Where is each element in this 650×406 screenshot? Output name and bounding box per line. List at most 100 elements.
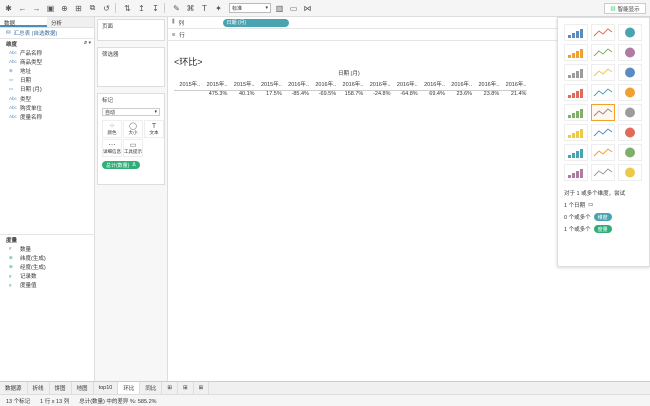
chart-type-option[interactable] bbox=[591, 44, 615, 61]
chart-type-option[interactable] bbox=[618, 84, 642, 101]
status-marks: 13 个标记 bbox=[6, 398, 31, 405]
measure-field[interactable]: ⊕ 经度(生成) bbox=[0, 262, 95, 271]
chart-type-option[interactable] bbox=[618, 44, 642, 61]
dimension-field[interactable]: ⊕ 地址 bbox=[0, 66, 94, 75]
forward-arrow-icon[interactable]: → bbox=[31, 3, 42, 14]
sort-asc-icon[interactable]: ↥ bbox=[136, 3, 147, 14]
field-name: 纬度(生成) bbox=[20, 255, 46, 262]
chart-type-option[interactable] bbox=[564, 144, 588, 161]
value-cell[interactable]: 40.1% bbox=[228, 91, 255, 97]
new-sheet-icon[interactable]: ⊞ bbox=[73, 3, 84, 14]
new-datasource-icon[interactable]: ⊕ bbox=[59, 3, 70, 14]
measure-field[interactable]: # 度量值 bbox=[0, 281, 95, 290]
chart-type-option[interactable] bbox=[564, 24, 588, 41]
save-icon[interactable]: ▣ bbox=[45, 3, 56, 14]
tab-data[interactable]: 数据 bbox=[0, 17, 47, 27]
new-story-icon[interactable]: ⊞ bbox=[194, 381, 210, 395]
smart-display-button[interactable]: ▥ 智能显示 bbox=[604, 3, 646, 14]
sheet-tab[interactable]: 同比 bbox=[140, 381, 163, 395]
chart-type-option[interactable] bbox=[591, 124, 615, 141]
value-cell[interactable] bbox=[174, 91, 201, 97]
marks-button[interactable]: ⁘ 颜色 bbox=[102, 120, 122, 138]
chart-type-option[interactable] bbox=[618, 104, 642, 121]
mark-type-select[interactable]: 自动 ▾ bbox=[102, 108, 160, 116]
chart-type-option[interactable] bbox=[564, 64, 588, 81]
chart-type-option[interactable] bbox=[591, 24, 615, 41]
new-sheet-icon[interactable]: ⊞ bbox=[162, 381, 178, 395]
value-cell[interactable]: 475.3% bbox=[201, 91, 228, 97]
marks-button[interactable]: ▭ 工具提示 bbox=[123, 139, 143, 157]
sheet-tab[interactable]: 环比 bbox=[118, 381, 141, 395]
marks-measure-pill[interactable]: 总计(数量) Δ bbox=[102, 161, 140, 169]
sheet-tab[interactable]: 地图 bbox=[72, 381, 94, 395]
fit-select[interactable]: 标准 ▾ bbox=[229, 3, 271, 13]
sheet-tab[interactable]: 饼图 bbox=[50, 381, 72, 395]
chart-type-option[interactable] bbox=[591, 104, 615, 121]
chart-type-option[interactable] bbox=[618, 124, 642, 141]
marks-button[interactable]: ◯ 大小 bbox=[123, 120, 143, 138]
dimension-field[interactable]: Abc 类型 bbox=[0, 94, 94, 103]
chart-type-option[interactable] bbox=[564, 84, 588, 101]
sheet-tab[interactable]: 折线 bbox=[28, 381, 50, 395]
value-cell[interactable]: 158.7% bbox=[337, 91, 364, 97]
view-title: <环比> bbox=[174, 57, 203, 67]
dimension-field[interactable]: ▭ 日期 bbox=[0, 76, 94, 85]
marks-button[interactable]: T 文本 bbox=[144, 120, 164, 138]
share-icon[interactable]: ⋈ bbox=[302, 3, 313, 14]
column-header: 2016年.. bbox=[424, 82, 445, 88]
presentation-icon[interactable]: ▭ bbox=[288, 3, 299, 14]
value-cell[interactable]: -24.8% bbox=[364, 91, 391, 97]
datasource-item[interactable]: ⛁ 汇总表 (自选数据) bbox=[0, 28, 94, 38]
label-icon[interactable]: T bbox=[199, 3, 210, 14]
undo-icon[interactable]: ↺ bbox=[101, 3, 112, 14]
chart-type-option[interactable] bbox=[591, 144, 615, 161]
group-icon[interactable]: ⌘ bbox=[185, 3, 196, 14]
duplicate-icon[interactable]: ⧉ bbox=[87, 3, 98, 14]
dimension-field[interactable]: Abc 产品名称 bbox=[0, 48, 94, 57]
sheet-tabs: 数据源 折线 饼图 地图 top10 环比 同比 ⊞ ⊞ ⊞ bbox=[0, 381, 650, 395]
measure-field[interactable]: # 记录数 bbox=[0, 272, 95, 281]
chart-type-option[interactable] bbox=[618, 64, 642, 81]
chart-type-option[interactable] bbox=[591, 64, 615, 81]
pin-icon[interactable]: ✦ bbox=[213, 3, 224, 14]
value-cell[interactable]: -64.8% bbox=[392, 91, 419, 97]
highlight-icon[interactable]: ✎ bbox=[171, 3, 182, 14]
tableau-logo-icon[interactable]: ✱ bbox=[3, 3, 14, 14]
axis-icon[interactable]: ▥ bbox=[274, 3, 285, 14]
chart-type-option[interactable] bbox=[564, 44, 588, 61]
back-arrow-icon[interactable]: ← bbox=[17, 3, 28, 14]
dimension-field[interactable]: Abc 购货单位 bbox=[0, 103, 94, 112]
requirement-pill: 维度 bbox=[593, 213, 612, 221]
chart-type-option[interactable] bbox=[618, 164, 642, 181]
search-icon[interactable]: ⌕ ▾ bbox=[84, 40, 91, 47]
value-cell[interactable]: -69.5% bbox=[310, 91, 337, 97]
chart-type-option[interactable] bbox=[564, 104, 588, 121]
sort-desc-icon[interactable]: ↧ bbox=[150, 3, 161, 14]
filters-card[interactable]: 筛选器 bbox=[97, 47, 165, 87]
dimension-field[interactable]: ▭ 日期 (月) bbox=[0, 85, 94, 94]
pages-card[interactable]: 页面 bbox=[97, 19, 165, 41]
value-cell[interactable]: 23.8% bbox=[473, 91, 500, 97]
measure-field[interactable]: ⊕ 纬度(生成) bbox=[0, 253, 95, 262]
value-cell[interactable]: 23.6% bbox=[446, 91, 473, 97]
chart-type-option[interactable] bbox=[591, 164, 615, 181]
new-dashboard-icon[interactable]: ⊞ bbox=[178, 381, 194, 395]
chart-swap-icon[interactable]: ⇅ bbox=[122, 3, 133, 14]
chart-type-option[interactable] bbox=[618, 24, 642, 41]
dimension-field[interactable]: Abc 商品类型 bbox=[0, 57, 94, 66]
chart-type-option[interactable] bbox=[564, 164, 588, 181]
tab-analysis[interactable]: 分析 bbox=[47, 17, 94, 27]
value-cell[interactable]: 17.5% bbox=[256, 91, 283, 97]
dimension-field[interactable]: Abc 度量名称 bbox=[0, 112, 94, 121]
sheet-tab[interactable]: top10 bbox=[94, 381, 119, 395]
value-cell[interactable]: -85.4% bbox=[283, 91, 310, 97]
chart-type-option[interactable] bbox=[618, 144, 642, 161]
value-cell[interactable]: 21.4% bbox=[500, 91, 527, 97]
datasource-tab[interactable]: 数据源 bbox=[0, 381, 28, 395]
measure-field[interactable]: # 数量 bbox=[0, 244, 95, 253]
chart-type-option[interactable] bbox=[591, 84, 615, 101]
columns-date-pill[interactable]: 日期 (月) bbox=[222, 18, 289, 27]
chart-type-option[interactable] bbox=[564, 124, 588, 141]
value-cell[interactable]: 69.4% bbox=[419, 91, 446, 97]
marks-button[interactable]: ⋯ 详细信息 bbox=[102, 139, 122, 157]
